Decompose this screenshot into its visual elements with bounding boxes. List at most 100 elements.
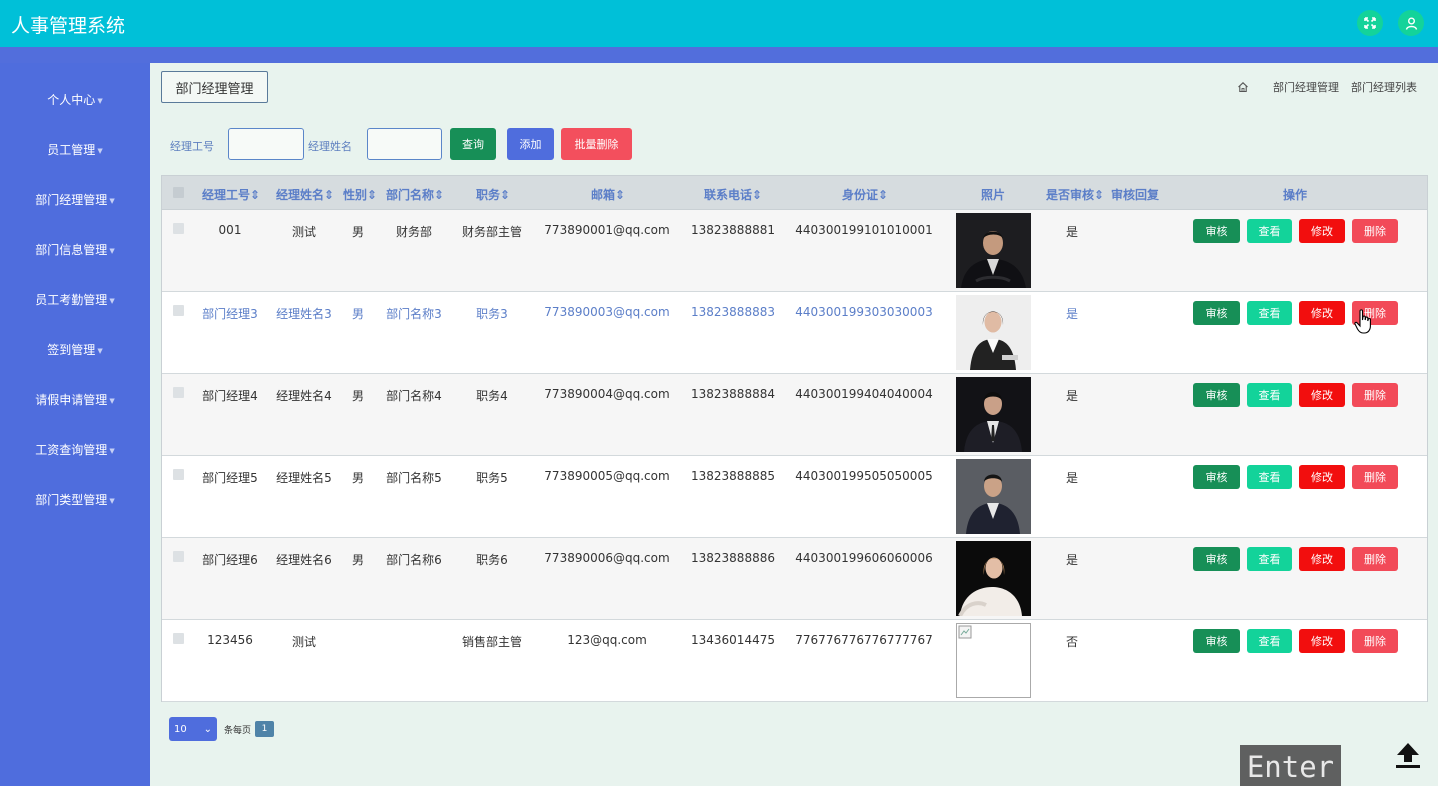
view-button[interactable]: 查看 [1247,219,1292,243]
row-checkbox[interactable] [173,633,184,644]
delete-button[interactable]: 删除 [1352,383,1398,407]
sidebar-item-dept-type[interactable]: 部门类型管理 ▼ [0,491,150,508]
view-button[interactable]: 查看 [1247,629,1292,653]
back-to-top-icon[interactable] [1393,740,1423,770]
breadcrumb-item[interactable]: 部门经理管理 [1273,79,1339,95]
sidebar-item-label: 员工考勤管理 [35,293,108,307]
cell-gender: 男 [351,389,364,403]
edit-button[interactable]: 修改 [1299,465,1345,489]
cell-name: 测试 [291,635,316,649]
chevron-down-icon: ▼ [97,96,103,105]
delete-button[interactable]: 删除 [1352,219,1398,243]
sidebar-item-label: 部门信息管理 [35,243,108,257]
edit-button[interactable]: 修改 [1299,301,1345,325]
column-header-phone[interactable]: 联系电话⇕ [704,186,762,203]
audit-button[interactable]: 审核 [1193,219,1240,243]
page-title-tag[interactable]: 部门经理管理 [161,71,268,103]
manager-photo[interactable] [956,541,1031,616]
sidebar-item-manager[interactable]: 部门经理管理 ▼ [0,191,150,208]
cell-title: 职务5 [476,471,508,485]
home-icon[interactable] [1237,81,1249,93]
audit-button[interactable]: 审核 [1193,301,1240,325]
column-header-gender[interactable]: 性别⇕ [343,186,377,203]
edit-button[interactable]: 修改 [1299,629,1345,653]
manager-photo[interactable] [956,213,1031,288]
cell-title: 职务6 [476,553,508,567]
batch-delete-button[interactable]: 批量删除 [561,128,632,160]
column-header-email[interactable]: 邮箱⇕ [591,186,625,203]
row-checkbox[interactable] [173,305,184,316]
column-header-id[interactable]: 经理工号⇕ [202,186,260,203]
cell-dept: 部门名称4 [386,389,442,403]
cell-phone: 13823888885 [691,469,775,483]
query-button[interactable]: 查询 [450,128,496,160]
column-header-actions: 操作 [1283,188,1308,202]
edit-button[interactable]: 修改 [1299,219,1345,243]
sidebar-item-employee[interactable]: 员工管理 ▼ [0,141,150,158]
view-button[interactable]: 查看 [1247,301,1292,325]
table-row: 123456 测试 销售部主管 123@qq.com 13436014475 7… [162,620,1427,702]
cell-email: 773890001@qq.com [544,223,670,237]
table-row: 部门经理6 经理姓名6 男 部门名称6 职务6 773890006@qq.com… [162,538,1427,620]
chevron-down-icon: ▼ [109,296,115,305]
cell-gender: 男 [351,225,364,239]
column-header-dept[interactable]: 部门名称⇕ [386,186,444,203]
table-row: 部门经理5 经理姓名5 男 部门名称5 职务5 773890005@qq.com… [162,456,1427,538]
delete-button[interactable]: 删除 [1352,547,1398,571]
column-header-title[interactable]: 职务⇕ [476,186,510,203]
row-checkbox[interactable] [173,223,184,234]
column-header-audited[interactable]: 是否审核⇕ [1046,186,1104,203]
manager-photo[interactable] [956,459,1031,534]
page-number-current[interactable]: 1 [255,721,275,737]
sidebar-item-label: 签到管理 [47,343,96,357]
sidebar-item-leave[interactable]: 请假申请管理 ▼ [0,391,150,408]
add-button[interactable]: 添加 [507,128,554,160]
manager-photo[interactable] [956,377,1031,452]
sidebar-item-salary[interactable]: 工资查询管理 ▼ [0,441,150,458]
cell-name: 测试 [291,225,316,239]
column-header-idcard[interactable]: 身份证⇕ [842,186,888,203]
select-all-checkbox[interactable] [173,187,184,198]
column-header-name[interactable]: 经理姓名⇕ [276,186,334,203]
view-button[interactable]: 查看 [1247,547,1292,571]
cell-idcard: 440300199303030003 [795,305,933,319]
row-checkbox[interactable] [173,387,184,398]
edit-button[interactable]: 修改 [1299,547,1345,571]
manager-name-input[interactable] [367,128,442,160]
top-header: 人事管理系统 [0,0,1438,47]
sidebar-item-personal-center[interactable]: 个人中心 ▼ [0,91,150,108]
chevron-down-icon: ▼ [97,346,103,355]
row-checkbox[interactable] [173,469,184,480]
audit-button[interactable]: 审核 [1193,547,1240,571]
view-button[interactable]: 查看 [1247,383,1292,407]
delete-button[interactable]: 删除 [1352,465,1398,489]
audit-button[interactable]: 审核 [1193,629,1240,653]
manager-id-input[interactable] [228,128,304,160]
fullscreen-button[interactable] [1357,10,1383,36]
row-checkbox[interactable] [173,551,184,562]
cell-gender: 男 [351,307,364,321]
manager-photo[interactable] [956,295,1031,370]
sidebar-item-department[interactable]: 部门信息管理 ▼ [0,241,150,258]
cell-id: 部门经理4 [202,389,258,403]
chevron-down-icon: ▼ [109,446,115,455]
delete-button[interactable]: 删除 [1352,629,1398,653]
cell-audited: 否 [1065,635,1078,649]
page-size-select[interactable]: 10 ⌄ [169,717,217,741]
view-button[interactable]: 查看 [1247,465,1292,489]
cell-id: 001 [218,223,242,237]
cell-gender: 男 [351,471,364,485]
broken-image-icon[interactable] [956,623,1031,698]
cell-idcard: 440300199404040004 [795,387,933,401]
breadcrumb-item: 部门经理列表 [1351,81,1417,94]
edit-button[interactable]: 修改 [1299,383,1345,407]
sidebar-item-label: 部门经理管理 [35,193,108,207]
sidebar-item-attendance[interactable]: 员工考勤管理 ▼ [0,291,150,308]
table-row: 部门经理4 经理姓名4 男 部门名称4 职务4 773890004@qq.com… [162,374,1427,456]
user-menu-button[interactable] [1398,10,1424,36]
manager-table: 经理工号⇕ 经理姓名⇕ 性别⇕ 部门名称⇕ 职务⇕ 邮箱⇕ 联系电话⇕ 身份证⇕… [161,175,1428,702]
audit-button[interactable]: 审核 [1193,465,1240,489]
sidebar-item-signin[interactable]: 签到管理 ▼ [0,341,150,358]
audit-button[interactable]: 审核 [1193,383,1240,407]
table-row: 部门经理3 经理姓名3 男 部门名称3 职务3 773890003@qq.com… [162,292,1427,374]
